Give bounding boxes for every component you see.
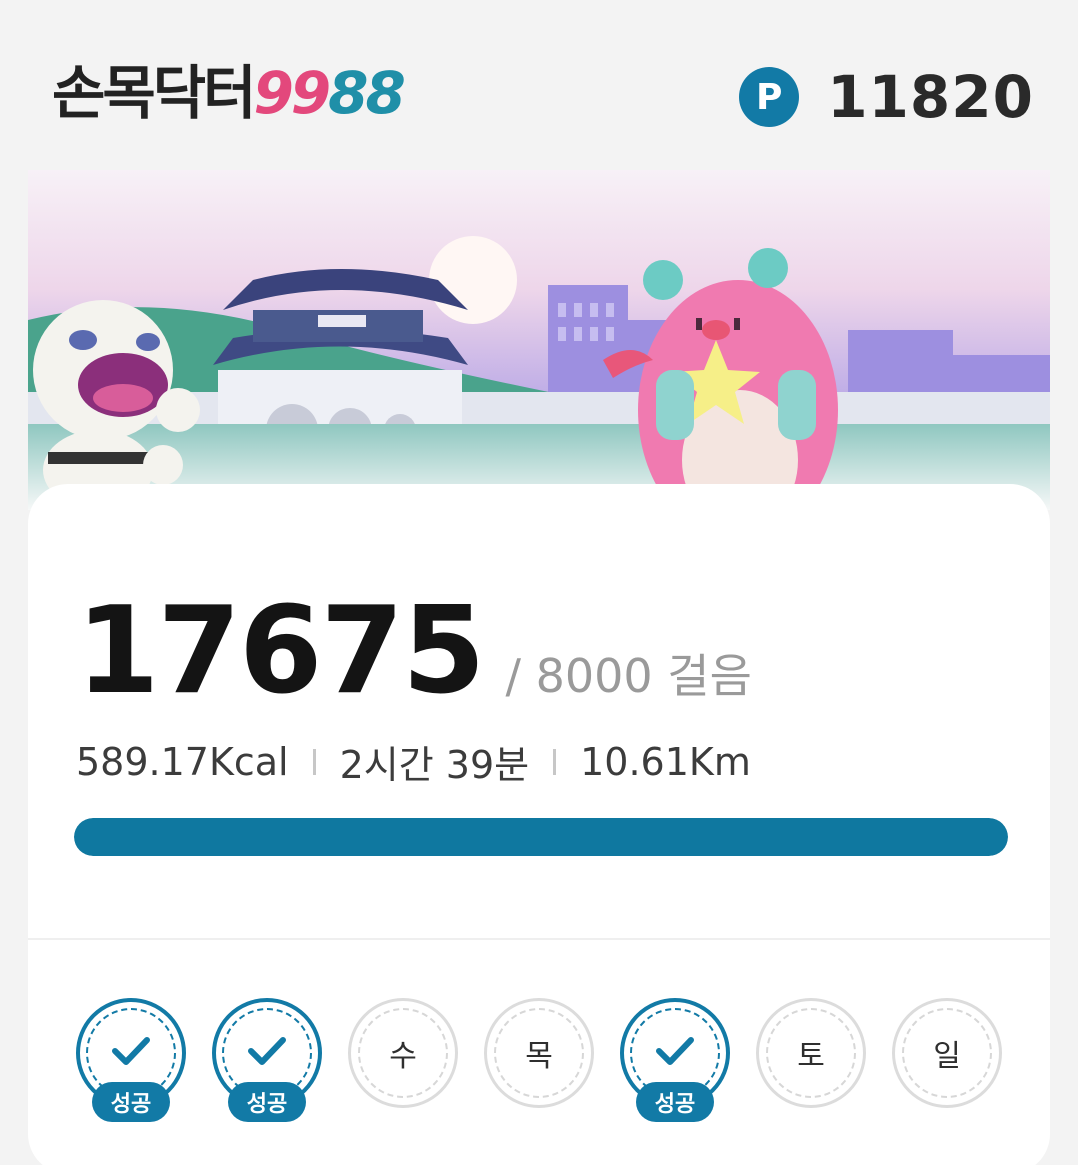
weekly-tracker: 성공 성공 수 목성공 토 일 bbox=[76, 998, 1006, 1128]
section-divider bbox=[28, 938, 1050, 940]
day-1[interactable]: 성공 bbox=[76, 998, 186, 1122]
duration: 2시간 39분 bbox=[339, 743, 530, 787]
steps-progress-bar bbox=[74, 818, 1008, 856]
points-display[interactable]: P 11820 bbox=[739, 62, 1034, 132]
day-label: 토 bbox=[797, 1039, 825, 1074]
day-3[interactable]: 수 bbox=[348, 998, 458, 1108]
logo-number-teal: 88 bbox=[328, 59, 406, 127]
points-value: 11820 bbox=[827, 63, 1034, 131]
success-badge: 성공 bbox=[636, 1082, 714, 1122]
stat-divider bbox=[312, 748, 316, 775]
banner-scene bbox=[28, 170, 1050, 510]
day-label: 수 bbox=[389, 1039, 417, 1074]
logo-number-pink: 99 bbox=[253, 59, 331, 127]
points-icon: P bbox=[739, 67, 800, 127]
calories: 589.17Kcal bbox=[76, 739, 289, 784]
steps-card: 17675 / 8000 걸음 589.17Kcal 2시간 39분 10.61… bbox=[28, 484, 1050, 1165]
activity-stats: 589.17Kcal 2시간 39분 10.61Km bbox=[76, 734, 751, 789]
step-goal: / 8000 걸음 bbox=[505, 649, 752, 703]
distance: 10.61Km bbox=[580, 739, 751, 784]
day-label: 일 bbox=[933, 1039, 961, 1074]
steps-summary: 17675 / 8000 걸음 bbox=[76, 592, 752, 712]
moon-icon bbox=[429, 236, 517, 324]
progress-fill bbox=[74, 818, 1008, 856]
check-icon bbox=[248, 1037, 286, 1065]
day-6[interactable]: 토 bbox=[756, 998, 866, 1108]
logo-text: 손목닥터 bbox=[52, 59, 256, 127]
day-4[interactable]: 목 bbox=[484, 998, 594, 1108]
success-badge: 성공 bbox=[92, 1082, 170, 1122]
check-icon bbox=[656, 1037, 694, 1065]
check-icon bbox=[112, 1037, 150, 1065]
app-logo: 손목닥터9988 bbox=[52, 58, 406, 128]
banner-illustration bbox=[28, 170, 1050, 510]
success-badge: 성공 bbox=[228, 1082, 306, 1122]
step-count: 17675 bbox=[76, 582, 485, 721]
header: 손목닥터9988 P 11820 bbox=[0, 0, 1078, 190]
stat-divider bbox=[553, 748, 557, 775]
app-screen: 손목닥터9988 P 11820 17675 / 8000 걸음 589.17K… bbox=[0, 0, 1078, 1165]
day-7[interactable]: 일 bbox=[892, 998, 1002, 1108]
day-5[interactable]: 성공 bbox=[620, 998, 730, 1122]
day-2[interactable]: 성공 bbox=[212, 998, 322, 1122]
day-label: 목 bbox=[525, 1039, 553, 1074]
